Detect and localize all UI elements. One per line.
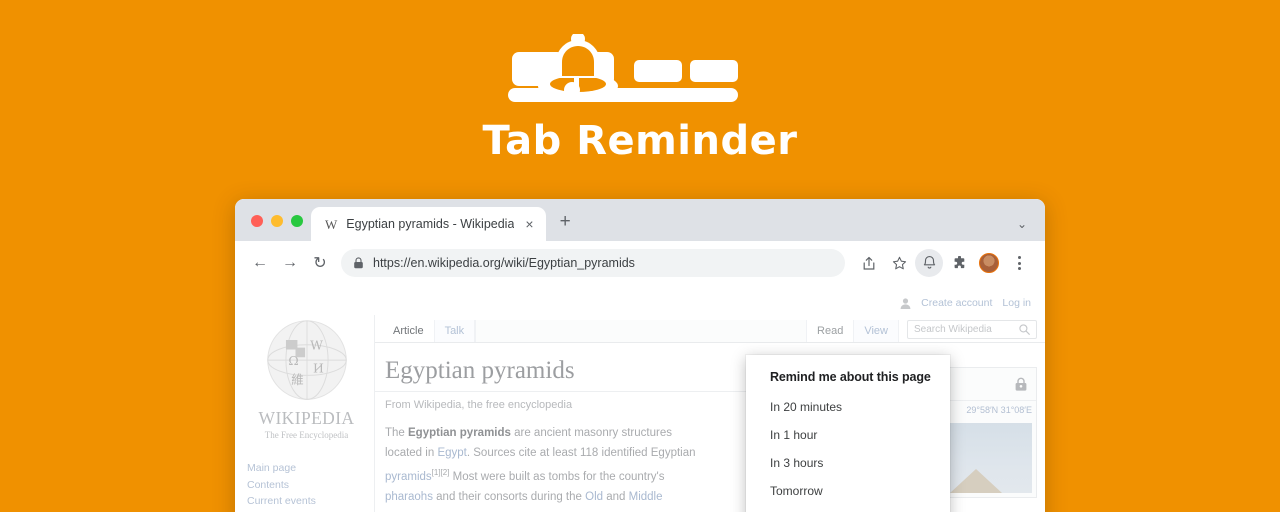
address-bar[interactable]: https://en.wikipedia.org/wiki/Egyptian_p…: [341, 249, 845, 277]
link-pharaohs[interactable]: pharaohs: [385, 491, 433, 503]
link-pyramids[interactable]: pyramids: [385, 471, 432, 483]
wikipedia-nav-links: Main page Contents Current events Random…: [239, 460, 374, 512]
window-controls: [235, 215, 303, 241]
address-bar-url: https://en.wikipedia.org/wiki/Egyptian_p…: [373, 256, 635, 270]
citation-refs[interactable]: [1][2]: [432, 468, 450, 477]
para-text-5: and their consorts during the: [432, 490, 586, 503]
para-text-3: . Sources cite at least 118 identified E…: [466, 447, 696, 459]
svg-text:И: И: [313, 361, 324, 376]
wikipedia-page: Create account Log in W Ω И 維 WIKIPEDIA …: [235, 285, 1045, 512]
para-text-6: and: [603, 490, 629, 503]
hero-title: Tab Reminder: [482, 118, 798, 164]
link-old[interactable]: Old: [585, 491, 603, 503]
maximize-window-button[interactable]: [291, 215, 303, 227]
menu-item-next-week[interactable]: Next week: [746, 505, 950, 512]
pyramid-shape-large: [950, 469, 1002, 493]
browser-tab-title: Egyptian pyramids - Wikipedia: [346, 217, 515, 231]
bookmark-star-icon[interactable]: [885, 249, 913, 277]
wikipedia-search-input[interactable]: Search Wikipedia: [907, 320, 1037, 339]
bell-icon[interactable]: [915, 249, 943, 277]
wikipedia-favicon-icon: W: [325, 216, 338, 232]
link-middle[interactable]: Middle: [629, 491, 663, 503]
menu-item-in-1-hour[interactable]: In 1 hour: [746, 421, 950, 449]
wikipedia-wordmark: WIKIPEDIA: [258, 408, 355, 428]
tab-talk[interactable]: Talk: [433, 320, 476, 342]
toolbar-icons: [855, 249, 1033, 277]
chevron-down-icon[interactable]: ⌄: [1017, 217, 1027, 231]
menu-item-tomorrow[interactable]: Tomorrow: [746, 477, 950, 505]
kebab-menu-icon[interactable]: [1005, 249, 1033, 277]
para-text-4: Most were built as tombs for the country…: [449, 470, 665, 483]
tab-read[interactable]: Read: [807, 320, 853, 342]
menu-item-in-3-hours[interactable]: In 3 hours: [746, 449, 950, 477]
menu-item-in-20-minutes[interactable]: In 20 minutes: [746, 393, 950, 421]
wikipedia-account-bar: Create account Log in: [235, 285, 1045, 315]
profile-avatar[interactable]: [979, 253, 999, 273]
close-tab-icon[interactable]: ×: [523, 217, 535, 231]
hero-banner: Tab Reminder: [0, 0, 1280, 190]
browser-tab[interactable]: W Egyptian pyramids - Wikipedia ×: [311, 207, 546, 241]
browser-tabstrip: W Egyptian pyramids - Wikipedia × + ⌄: [235, 199, 1045, 241]
sidebar-item-main-page[interactable]: Main page: [247, 460, 374, 477]
padlock-icon: [354, 257, 363, 269]
padlock-icon: [1015, 377, 1027, 391]
para-text-1: The: [385, 427, 409, 439]
svg-text:W: W: [310, 338, 323, 353]
log-in-link[interactable]: Log in: [1002, 297, 1031, 309]
menu-header: Remind me about this page: [770, 370, 931, 384]
tabs-spacer: [475, 320, 808, 342]
sidebar-item-current-events[interactable]: Current events: [247, 493, 374, 510]
minimize-window-button[interactable]: [271, 215, 283, 227]
create-account-link[interactable]: Create account: [921, 297, 992, 309]
sidebar-item-contents[interactable]: Contents: [247, 477, 374, 494]
article-paragraph: The Egyptian pyramids are ancient masonr…: [375, 411, 705, 507]
user-icon: [900, 297, 911, 309]
tab-reminder-dropdown-menu: Remind me about this page In 20 minutes …: [746, 355, 950, 512]
close-window-button[interactable]: [251, 215, 263, 227]
tab-article[interactable]: Article: [383, 320, 434, 342]
new-tab-button[interactable]: +: [546, 212, 571, 241]
browser-window: W Egyptian pyramids - Wikipedia × + ⌄ ← …: [235, 199, 1045, 512]
tab-reminder-logo-icon: [508, 34, 738, 102]
browser-toolbar: ← → ↻ https://en.wikipedia.org/wiki/Egyp…: [235, 241, 1045, 285]
para-bold-term: Egyptian pyramids: [408, 427, 511, 439]
wikipedia-tabs: Article Talk Read View Search Wikipedia: [375, 315, 1045, 343]
reload-button[interactable]: ↻: [305, 248, 335, 278]
tab-view[interactable]: View: [853, 320, 899, 342]
wikipedia-globe-icon: W Ω И 維: [266, 320, 347, 400]
share-icon[interactable]: [855, 249, 883, 277]
wikipedia-search-placeholder: Search Wikipedia: [914, 324, 992, 335]
puzzle-piece-icon[interactable]: [945, 249, 973, 277]
link-egypt[interactable]: Egypt: [437, 447, 466, 459]
search-icon: [1019, 324, 1030, 335]
back-button[interactable]: ←: [245, 248, 275, 278]
wikipedia-tagline: The Free Encyclopedia: [264, 430, 349, 440]
forward-button[interactable]: →: [275, 248, 305, 278]
wikipedia-sidebar: W Ω И 維 WIKIPEDIA The Free Encyclopedia …: [235, 315, 375, 512]
svg-text:維: 維: [291, 372, 303, 387]
